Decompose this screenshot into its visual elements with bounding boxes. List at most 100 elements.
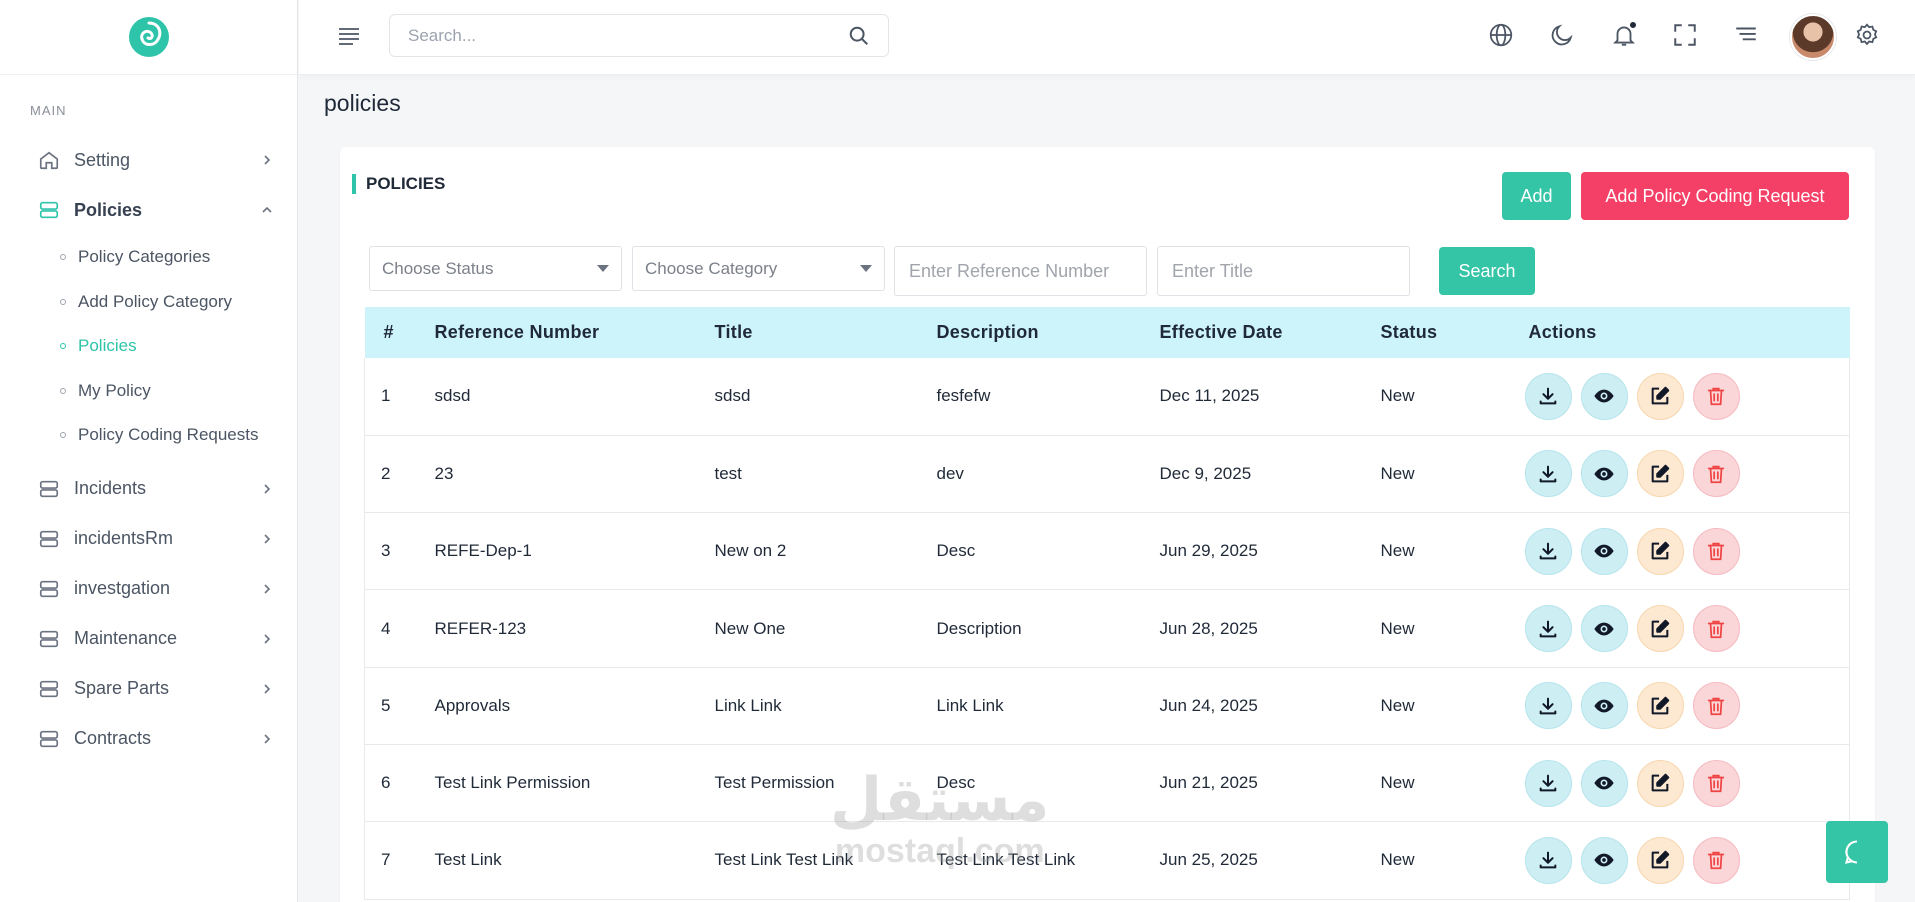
edit-button[interactable] xyxy=(1636,605,1684,653)
edit-button[interactable] xyxy=(1636,836,1684,884)
search-icon[interactable] xyxy=(848,25,870,47)
moon-icon[interactable] xyxy=(1549,22,1575,48)
eye-icon xyxy=(1593,385,1615,407)
eye-icon xyxy=(1593,772,1615,794)
policies-table-wrap: # Reference Number Title Description Eff… xyxy=(364,307,1850,900)
list-icon[interactable] xyxy=(1733,22,1759,48)
download-button[interactable] xyxy=(1524,682,1572,730)
effective-date-cell: Dec 9, 2025 xyxy=(1159,435,1381,514)
column-header: Actions xyxy=(1528,322,1597,342)
delete-button[interactable] xyxy=(1692,682,1740,730)
view-button[interactable] xyxy=(1580,682,1628,730)
view-button[interactable] xyxy=(1580,759,1628,807)
title-input[interactable] xyxy=(1157,246,1410,296)
sidebar-item-policies[interactable]: Policies xyxy=(0,185,298,235)
edit-button[interactable] xyxy=(1636,450,1684,498)
caret-down-icon xyxy=(860,265,872,272)
reference-number-cell: 23 xyxy=(434,435,715,514)
column-header[interactable]: Effective Date xyxy=(1160,307,1381,358)
search-button[interactable]: Search xyxy=(1439,247,1535,295)
chat-icon xyxy=(1845,840,1858,864)
notification-dot xyxy=(1629,21,1637,29)
sidebar-subitem-policy-coding-requests[interactable]: Policy Coding Requests xyxy=(0,413,298,458)
edit-button[interactable] xyxy=(1636,759,1684,807)
delete-button[interactable] xyxy=(1692,450,1740,498)
reference-number-cell: Test Link xyxy=(434,821,715,900)
column-header[interactable]: Reference Number xyxy=(435,307,715,358)
table-body: 1 sdsd sdsd fesfefw Dec 11, 2025 New 2 23 test de… xyxy=(364,358,1850,900)
download-button[interactable] xyxy=(1524,450,1572,498)
status-cell: New xyxy=(1380,512,1525,591)
sidebar-subitem-my-policy[interactable]: My Policy xyxy=(0,369,298,414)
description-cell: Desc xyxy=(936,512,1160,591)
logo-area xyxy=(0,0,297,75)
global-search[interactable] xyxy=(389,14,889,57)
view-button[interactable] xyxy=(1580,450,1628,498)
sidebar-item-incidents[interactable]: Incidents xyxy=(0,464,298,514)
delete-button[interactable] xyxy=(1692,605,1740,653)
view-button[interactable] xyxy=(1580,372,1628,420)
title-cell: Test Link Test Link xyxy=(714,821,937,900)
server-icon xyxy=(38,678,60,700)
brand-logo[interactable] xyxy=(127,15,171,59)
row-number: 4 xyxy=(364,589,435,668)
actions-cell xyxy=(1524,589,1850,668)
fullscreen-icon[interactable] xyxy=(1672,22,1698,48)
sidebar-item-spare-parts[interactable]: Spare Parts xyxy=(0,664,298,714)
chevron-right-icon xyxy=(264,683,271,694)
row-number: 5 xyxy=(364,667,435,745)
reference-number-input[interactable] xyxy=(894,246,1147,296)
card-title: POLICIES xyxy=(352,174,445,194)
sidebar-item-label: Maintenance xyxy=(74,628,178,648)
column-header[interactable]: Description xyxy=(937,307,1160,358)
delete-button[interactable] xyxy=(1692,372,1740,420)
status-select[interactable]: Choose Status xyxy=(369,246,622,291)
sidebar-item-contracts[interactable]: Contracts xyxy=(0,714,298,764)
add-button[interactable]: Add xyxy=(1502,172,1571,220)
sidebar-item-investgation[interactable]: investgation xyxy=(0,564,298,614)
download-button[interactable] xyxy=(1524,527,1572,575)
notifications-button[interactable] xyxy=(1611,21,1637,48)
edit-button[interactable] xyxy=(1636,527,1684,575)
sidebar-subitem-policy-categories[interactable]: Policy Categories xyxy=(0,235,298,280)
sidebar-item-setting[interactable]: Setting xyxy=(0,135,298,185)
chat-button[interactable] xyxy=(1826,821,1888,883)
sidebar-subitem-policies[interactable]: Policies xyxy=(0,324,298,369)
download-button[interactable] xyxy=(1524,605,1572,653)
column-header[interactable]: Title xyxy=(715,307,937,358)
delete-button[interactable] xyxy=(1692,527,1740,575)
sidebar-subitem-add-policy-category[interactable]: Add Policy Category xyxy=(0,280,298,325)
chevron-right-icon xyxy=(264,533,271,544)
row-actions xyxy=(1524,682,1850,730)
download-button[interactable] xyxy=(1524,836,1572,884)
add-policy-coding-request-button[interactable]: Add Policy Coding Request xyxy=(1581,172,1849,220)
trash-icon xyxy=(1705,540,1727,562)
menu-icon[interactable] xyxy=(337,25,361,47)
globe-icon[interactable] xyxy=(1488,22,1514,48)
category-select[interactable]: Choose Category xyxy=(632,246,885,291)
view-button[interactable] xyxy=(1580,836,1628,884)
settings-icon[interactable] xyxy=(1854,22,1880,48)
view-button[interactable] xyxy=(1580,527,1628,575)
sidebar-item-maintenance[interactable]: Maintenance xyxy=(0,614,298,664)
edit-button[interactable] xyxy=(1636,682,1684,730)
user-avatar[interactable] xyxy=(1790,14,1836,60)
column-header[interactable]: Status xyxy=(1381,307,1525,358)
column-header[interactable]: # xyxy=(365,307,435,358)
download-button[interactable] xyxy=(1524,372,1572,420)
download-button[interactable] xyxy=(1524,759,1572,807)
view-button[interactable] xyxy=(1580,605,1628,653)
delete-button[interactable] xyxy=(1692,759,1740,807)
subitem-label: My Policy xyxy=(78,380,151,400)
reference-number-cell: REFER-123 xyxy=(434,589,715,668)
table-row: 2 23 test dev Dec 9, 2025 New xyxy=(364,435,1850,514)
row-number: 2 xyxy=(364,435,435,514)
edit-button[interactable] xyxy=(1636,372,1684,420)
search-input[interactable] xyxy=(408,25,848,46)
sidebar-item-incidentsrm[interactable]: incidentsRm xyxy=(0,514,298,564)
delete-button[interactable] xyxy=(1692,836,1740,884)
sidebar-item-label: Incidents xyxy=(74,478,147,498)
topbar xyxy=(299,0,1915,75)
edit-icon xyxy=(1649,849,1671,871)
status-cell: New xyxy=(1380,589,1525,668)
